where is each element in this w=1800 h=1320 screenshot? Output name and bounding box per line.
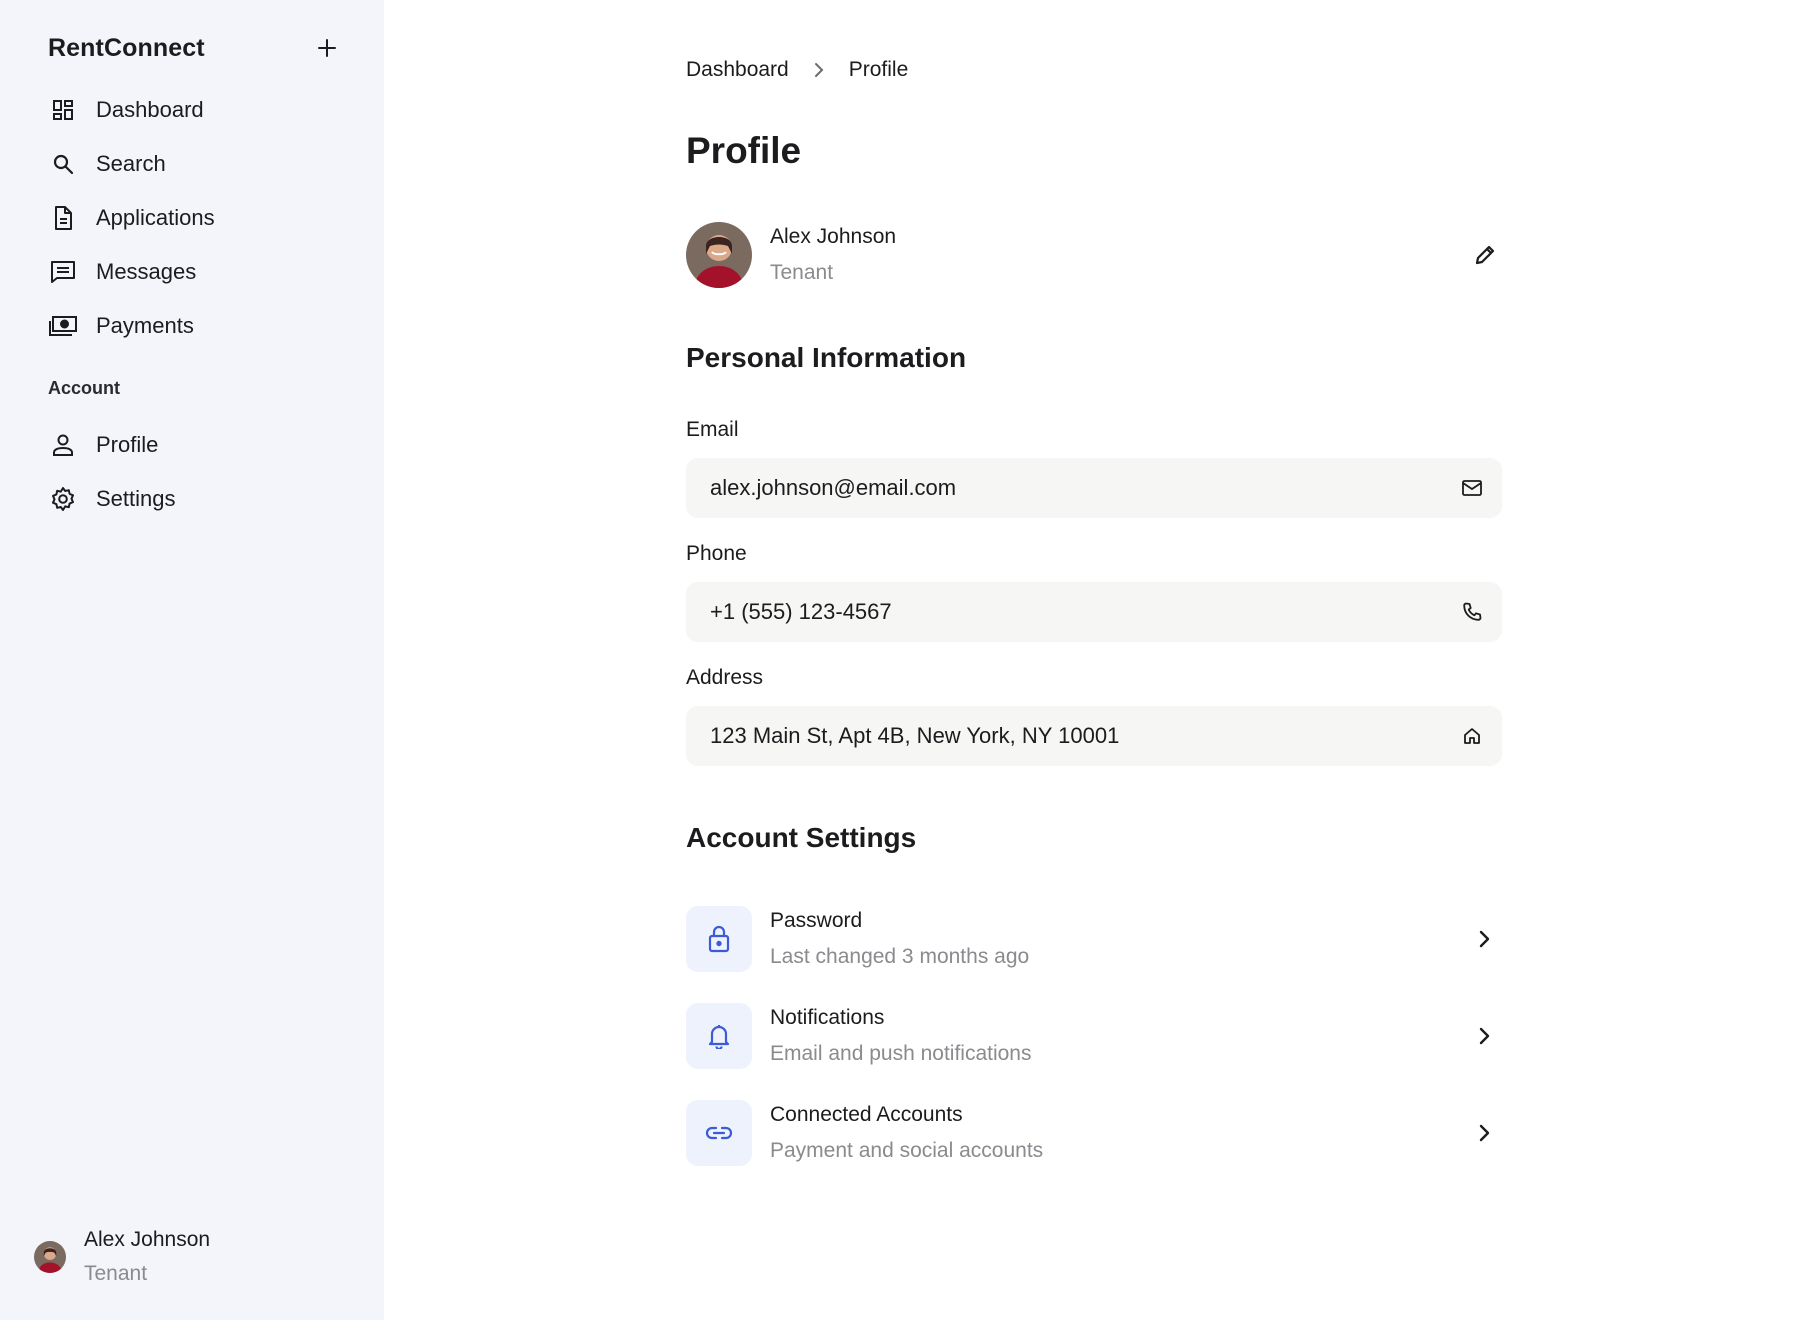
chevron-right-icon xyxy=(813,62,825,78)
phone-field xyxy=(686,582,1502,642)
avatar xyxy=(34,1241,66,1273)
setting-password[interactable]: Password Last changed 3 months ago xyxy=(686,906,1502,972)
email-field xyxy=(686,458,1502,518)
chevron-right-icon xyxy=(1470,1022,1498,1050)
address-field xyxy=(686,706,1502,766)
phone-label: Phone xyxy=(686,542,747,565)
sidebar-item-dashboard[interactable]: Dashboard xyxy=(42,83,342,137)
profile-header: Alex Johnson Tenant xyxy=(686,222,1502,288)
dashboard-icon xyxy=(42,95,84,125)
sidebar: RentConnect Dashboard Search Application… xyxy=(0,0,384,1320)
sidebar-user[interactable]: Alex Johnson Tenant xyxy=(34,1228,210,1286)
page-title: Profile xyxy=(686,130,802,171)
payments-icon xyxy=(42,311,84,341)
message-icon xyxy=(42,257,84,287)
sidebar-item-label: Profile xyxy=(96,432,159,457)
brand-row: RentConnect xyxy=(48,30,344,66)
breadcrumb: Dashboard Profile xyxy=(686,58,908,82)
chevron-right-icon xyxy=(1470,925,1498,953)
bell-icon xyxy=(686,1003,752,1069)
sidebar-item-label: Search xyxy=(96,151,166,176)
address-input[interactable] xyxy=(710,723,1460,749)
chevron-right-icon xyxy=(1470,1119,1498,1147)
plus-icon xyxy=(318,39,336,57)
sidebar-group-label: Account xyxy=(48,378,120,398)
sidebar-nav: Dashboard Search Applications Messages P… xyxy=(42,83,342,353)
sidebar-item-applications[interactable]: Applications xyxy=(42,191,342,245)
sidebar-item-label: Dashboard xyxy=(96,97,204,122)
sidebar-item-search[interactable]: Search xyxy=(42,137,342,191)
add-button[interactable] xyxy=(310,31,344,65)
sidebar-item-label: Payments xyxy=(96,313,194,338)
email-label: Email xyxy=(686,418,739,441)
setting-title: Notifications xyxy=(770,1006,885,1029)
account-settings-title: Account Settings xyxy=(686,822,917,853)
sidebar-item-settings[interactable]: Settings xyxy=(42,472,342,526)
profile-avatar xyxy=(686,222,752,288)
link-icon xyxy=(686,1100,752,1166)
lock-icon xyxy=(686,906,752,972)
document-icon xyxy=(42,203,84,233)
app-brand: RentConnect xyxy=(48,33,205,62)
sidebar-item-label: Messages xyxy=(96,259,197,284)
user-role: Tenant xyxy=(84,1262,148,1285)
setting-connected-accounts[interactable]: Connected Accounts Payment and social ac… xyxy=(686,1100,1502,1166)
sidebar-item-messages[interactable]: Messages xyxy=(42,245,342,299)
user-icon xyxy=(42,430,84,460)
profile-name: Alex Johnson xyxy=(770,225,897,248)
setting-subtitle: Last changed 3 months ago xyxy=(770,945,1030,968)
breadcrumb-current: Profile xyxy=(848,58,909,81)
phone-input[interactable] xyxy=(710,599,1460,625)
mail-icon xyxy=(1460,476,1484,500)
sidebar-item-payments[interactable]: Payments xyxy=(42,299,342,353)
profile-role: Tenant xyxy=(770,261,834,284)
setting-subtitle: Payment and social accounts xyxy=(770,1139,1044,1162)
setting-notifications[interactable]: Notifications Email and push notificatio… xyxy=(686,1003,1502,1069)
setting-title: Password xyxy=(770,909,863,932)
sidebar-item-label: Settings xyxy=(96,486,176,511)
address-label: Address xyxy=(686,666,764,689)
sidebar-item-label: Applications xyxy=(96,205,215,230)
pencil-icon xyxy=(1475,245,1495,265)
user-name: Alex Johnson xyxy=(84,1228,211,1251)
setting-title: Connected Accounts xyxy=(770,1103,963,1126)
email-input[interactable] xyxy=(710,475,1460,501)
breadcrumb-dashboard[interactable]: Dashboard xyxy=(686,58,789,82)
sidebar-account-nav: Profile Settings xyxy=(42,418,342,526)
search-icon xyxy=(42,149,84,179)
gear-icon xyxy=(42,484,84,514)
sidebar-item-profile[interactable]: Profile xyxy=(42,418,342,472)
setting-subtitle: Email and push notifications xyxy=(770,1042,1032,1065)
edit-profile-button[interactable] xyxy=(1468,238,1502,272)
personal-info-title: Personal Information xyxy=(686,342,967,373)
phone-icon xyxy=(1460,600,1484,624)
home-icon xyxy=(1460,724,1484,748)
